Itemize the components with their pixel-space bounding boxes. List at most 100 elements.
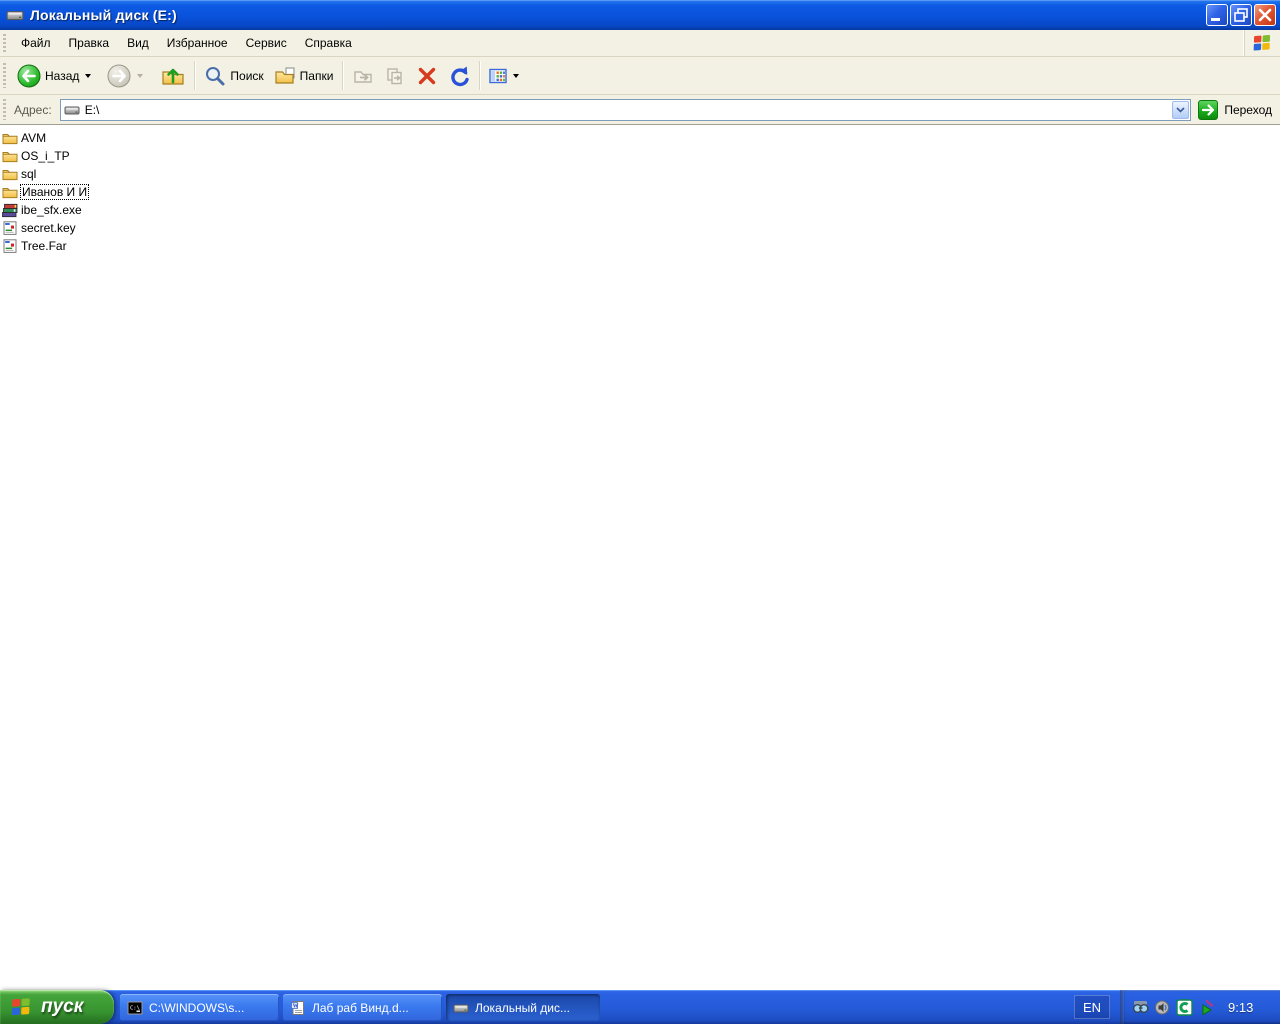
list-item[interactable]: sql bbox=[0, 165, 1280, 183]
address-bar: Адрес: E:\ Переход bbox=[0, 95, 1280, 124]
title-bar: Локальный диск (E:) bbox=[0, 0, 1280, 30]
file-name: OS_i_TP bbox=[21, 149, 70, 163]
go-arrow-icon bbox=[1198, 99, 1219, 120]
minimize-icon bbox=[1211, 18, 1220, 21]
taskbar-task-explorer[interactable]: Локальный дис... bbox=[446, 994, 600, 1021]
task-label: C:\WINDOWS\s... bbox=[149, 1000, 245, 1015]
undo-button[interactable] bbox=[443, 60, 475, 92]
addressbar-grip[interactable] bbox=[3, 99, 6, 120]
toolbar-separator bbox=[479, 61, 481, 90]
views-button[interactable] bbox=[484, 60, 524, 92]
folders-label: Папки bbox=[299, 68, 334, 83]
menu-edit[interactable]: Правка bbox=[60, 30, 119, 56]
file-name: AVM bbox=[21, 131, 47, 145]
start-label: пуск bbox=[41, 996, 84, 1017]
address-dropdown-button[interactable] bbox=[1172, 100, 1190, 119]
forward-icon bbox=[107, 64, 131, 88]
task-label: Локальный дис... bbox=[475, 1000, 570, 1015]
copy-to-icon bbox=[384, 65, 406, 87]
address-combobox[interactable]: E:\ bbox=[59, 98, 1192, 121]
list-item[interactable]: Иванов И И bbox=[0, 183, 1280, 201]
word-icon bbox=[290, 1000, 306, 1016]
menu-view[interactable]: Вид bbox=[118, 30, 158, 56]
move-to-icon bbox=[352, 65, 374, 87]
file-name-focused: Иванов И И bbox=[19, 184, 90, 200]
list-item[interactable]: AVM bbox=[0, 129, 1280, 147]
folders-icon bbox=[274, 65, 296, 87]
back-dropdown-icon bbox=[85, 73, 92, 78]
disk-icon bbox=[64, 102, 80, 118]
toolbar-grip[interactable] bbox=[3, 62, 6, 89]
folders-button[interactable]: Папки bbox=[269, 60, 339, 92]
copy-to-button bbox=[379, 60, 411, 92]
menu-tools[interactable]: Сервис bbox=[237, 30, 296, 56]
file-list-view[interactable]: AVM OS_i_TP sql Иванов И И ibe_sfx.exe s… bbox=[0, 124, 1280, 990]
volume-icon[interactable] bbox=[1154, 999, 1171, 1016]
menubar-grip[interactable] bbox=[3, 33, 6, 53]
list-item[interactable]: ibe_sfx.exe bbox=[0, 201, 1280, 219]
goggles-icon[interactable] bbox=[1132, 999, 1149, 1016]
move-to-button bbox=[347, 60, 379, 92]
menu-favorites[interactable]: Избранное bbox=[158, 30, 237, 56]
disk-icon bbox=[453, 1000, 469, 1016]
menu-bar: Файл Правка Вид Избранное Сервис Справка bbox=[0, 30, 1280, 57]
forward-dropdown-icon bbox=[137, 73, 144, 78]
folder-icon bbox=[2, 148, 18, 164]
file-icon bbox=[2, 220, 18, 236]
launcher-icon[interactable] bbox=[1198, 999, 1215, 1016]
file-name: sql bbox=[21, 167, 37, 181]
list-item[interactable]: Tree.Far bbox=[0, 237, 1280, 255]
back-button[interactable]: Назад bbox=[12, 60, 96, 92]
disk-icon bbox=[6, 6, 24, 24]
folder-icon bbox=[2, 184, 18, 200]
window-controls bbox=[1206, 4, 1276, 26]
start-button[interactable]: пуск bbox=[0, 990, 114, 1024]
forward-button[interactable] bbox=[102, 60, 148, 92]
up-icon bbox=[161, 64, 185, 88]
address-label: Адрес: bbox=[14, 102, 52, 117]
go-label: Переход bbox=[1224, 102, 1272, 117]
views-dropdown-icon bbox=[513, 73, 520, 78]
back-icon bbox=[17, 64, 41, 88]
close-icon bbox=[1258, 8, 1272, 22]
file-list: AVM OS_i_TP sql Иванов И И ibe_sfx.exe s… bbox=[0, 125, 1280, 255]
restore-button[interactable] bbox=[1230, 4, 1252, 26]
menu-help[interactable]: Справка bbox=[296, 30, 361, 56]
taskbar-task-console[interactable]: C:\WINDOWS\s... bbox=[120, 994, 279, 1021]
window-title: Локальный диск (E:) bbox=[30, 7, 177, 23]
list-item[interactable]: OS_i_TP bbox=[0, 147, 1280, 165]
search-label: Поиск bbox=[230, 68, 264, 83]
taskbar-task-word[interactable]: Лаб раб Винд.d... bbox=[283, 994, 442, 1021]
file-name: ibe_sfx.exe bbox=[21, 203, 82, 217]
windows-flag-icon bbox=[1252, 32, 1274, 54]
file-name: secret.key bbox=[21, 221, 76, 235]
address-value: E:\ bbox=[84, 102, 100, 117]
search-button[interactable]: Поиск bbox=[199, 60, 268, 92]
views-icon bbox=[489, 67, 507, 85]
toolbar-separator bbox=[342, 61, 344, 90]
system-tray: 9:13 bbox=[1120, 990, 1280, 1024]
minimize-button[interactable] bbox=[1206, 4, 1228, 26]
delete-icon bbox=[416, 65, 438, 87]
folder-icon bbox=[2, 130, 18, 146]
taskbar: пуск C:\WINDOWS\s... Лаб раб Винд.d... Л… bbox=[0, 990, 1280, 1024]
search-icon bbox=[204, 65, 226, 87]
delete-button[interactable] bbox=[411, 60, 443, 92]
windows-logo bbox=[1244, 30, 1280, 56]
up-button[interactable] bbox=[156, 60, 190, 92]
close-button[interactable] bbox=[1254, 4, 1276, 26]
clock[interactable]: 9:13 bbox=[1228, 1000, 1253, 1015]
console-icon bbox=[127, 1000, 143, 1016]
language-indicator[interactable]: EN bbox=[1074, 995, 1110, 1019]
toolbar: Назад Поиск Папки bbox=[0, 57, 1280, 95]
undo-icon bbox=[448, 65, 470, 87]
restore-icon bbox=[1234, 8, 1248, 22]
menu-file[interactable]: Файл bbox=[12, 30, 60, 56]
task-label: Лаб раб Винд.d... bbox=[312, 1000, 409, 1015]
green-app-icon[interactable] bbox=[1176, 999, 1193, 1016]
back-label: Назад bbox=[45, 68, 80, 83]
go-button[interactable]: Переход bbox=[1198, 99, 1280, 120]
file-icon bbox=[2, 238, 18, 254]
list-item[interactable]: secret.key bbox=[0, 219, 1280, 237]
folder-icon bbox=[2, 166, 18, 182]
